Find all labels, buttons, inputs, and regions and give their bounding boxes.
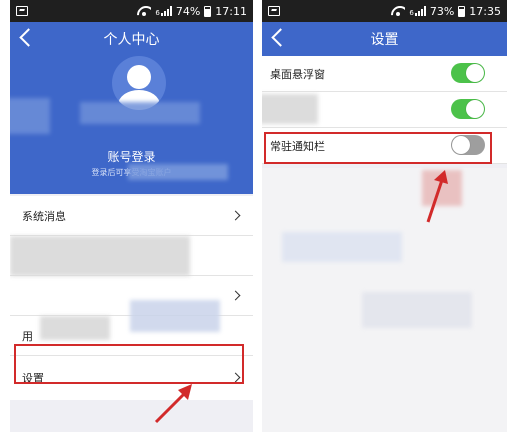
wifi-icon bbox=[391, 6, 405, 16]
signal-icon bbox=[414, 6, 426, 16]
image-notification-icon bbox=[268, 6, 280, 16]
blurred-region bbox=[128, 164, 228, 180]
network-type: 6 bbox=[155, 8, 160, 17]
left-screen: 6 74% 17:11 个人中心 账号登录 登录后可享受淘宝账户 系统消息 bbox=[10, 0, 253, 432]
floating-window-toggle[interactable] bbox=[451, 63, 485, 83]
right-screen: 6 73% 17:35 设置 桌面悬浮窗 常驻通知栏 bbox=[262, 0, 507, 432]
nav-bar: 设置 bbox=[262, 22, 507, 56]
network-type: 6 bbox=[409, 8, 414, 17]
chevron-right-icon bbox=[230, 290, 241, 301]
blurred-region bbox=[362, 292, 472, 328]
setting-2-toggle[interactable] bbox=[451, 99, 485, 119]
signal-icon bbox=[160, 6, 172, 16]
pointer-arrow-icon bbox=[426, 170, 448, 223]
status-bar: 6 73% 17:35 bbox=[262, 0, 507, 22]
chevron-right-icon bbox=[230, 210, 241, 221]
status-bar: 6 74% 17:11 bbox=[10, 0, 253, 22]
status-time: 17:35 bbox=[469, 4, 501, 18]
highlight-box bbox=[14, 344, 244, 384]
pointer-arrow-icon bbox=[154, 384, 192, 424]
back-arrow-icon[interactable] bbox=[271, 28, 290, 47]
blurred-region bbox=[130, 300, 220, 332]
battery-percent: 74% bbox=[175, 4, 201, 18]
page-title: 设置 bbox=[370, 32, 399, 48]
image-notification-icon bbox=[16, 6, 28, 16]
back-arrow-icon[interactable] bbox=[19, 28, 38, 47]
blurred-region bbox=[80, 102, 200, 124]
battery-icon bbox=[204, 5, 212, 17]
nav-bar: 个人中心 bbox=[10, 22, 253, 56]
menu-item-label: 用 bbox=[22, 329, 33, 343]
battery-percent: 73% bbox=[429, 4, 455, 18]
battery-icon bbox=[458, 5, 466, 17]
highlight-box bbox=[264, 132, 492, 164]
menu-item-system-messages[interactable]: 系统消息 bbox=[10, 196, 253, 236]
setting-label: 桌面悬浮窗 bbox=[270, 67, 325, 81]
login-title[interactable]: 账号登录 bbox=[10, 148, 253, 165]
blurred-region bbox=[282, 232, 402, 262]
blurred-region bbox=[10, 236, 190, 276]
status-time: 17:11 bbox=[215, 4, 247, 18]
blurred-region bbox=[40, 316, 110, 340]
blurred-region bbox=[10, 98, 50, 134]
setting-floating-window: 桌面悬浮窗 bbox=[262, 56, 507, 92]
profile-header: 账号登录 登录后可享受淘宝账户 bbox=[10, 56, 253, 194]
page-title: 个人中心 bbox=[103, 32, 160, 48]
menu-item-label: 系统消息 bbox=[22, 209, 66, 223]
blurred-region bbox=[262, 94, 318, 124]
wifi-icon bbox=[137, 6, 151, 16]
